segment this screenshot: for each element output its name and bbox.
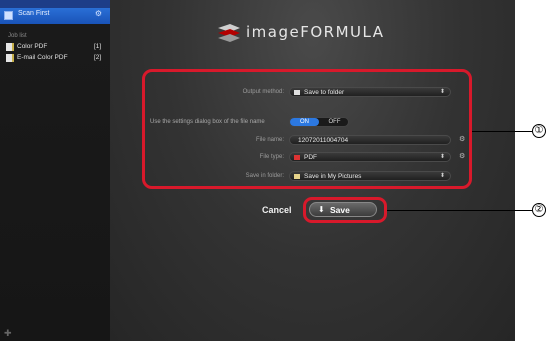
callout-number-2: ② — [532, 203, 546, 217]
callout-box-1 — [142, 69, 472, 189]
job-list-label: Job list — [8, 33, 27, 39]
sidebar-item-number: [2] — [94, 54, 102, 61]
callout-box-2 — [303, 197, 387, 223]
settings-gear-icon[interactable]: ⚙ — [95, 9, 102, 18]
sidebar: Scan First ⚙ Job list Color PDF [1] E-ma… — [0, 0, 110, 341]
add-job-icon[interactable]: ✚ — [4, 328, 12, 339]
logo-text: imageFORMULA — [246, 23, 385, 41]
sidebar-item-label: Color PDF — [17, 43, 48, 50]
scan-icon — [4, 11, 13, 20]
sidebar-item-color-pdf[interactable]: Color PDF [1] — [0, 42, 110, 53]
scan-first-button[interactable]: Scan First ⚙ — [0, 8, 110, 24]
app-window: Scan First ⚙ Job list Color PDF [1] E-ma… — [0, 0, 515, 341]
callout-line-2 — [387, 210, 532, 211]
logo-swoosh-icon — [218, 24, 240, 42]
sidebar-item-email-color-pdf[interactable]: E-mail Color PDF [2] — [0, 53, 110, 64]
sidebar-item-label: E-mail Color PDF — [17, 54, 68, 61]
email-job-icon — [6, 54, 14, 62]
pdf-job-icon — [6, 43, 14, 51]
callout-line-1 — [472, 131, 532, 132]
callout-number-1: ① — [532, 124, 546, 138]
sidebar-item-number: [1] — [94, 43, 102, 50]
cancel-button[interactable]: Cancel — [262, 205, 292, 215]
scan-first-label: Scan First — [18, 10, 50, 17]
